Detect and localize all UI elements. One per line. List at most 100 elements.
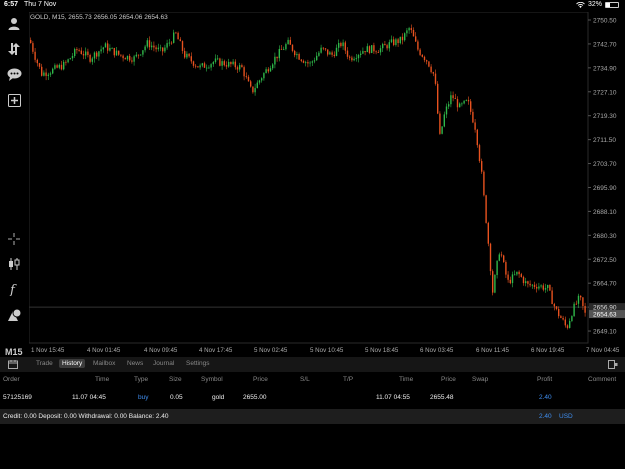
candle-body [320, 47, 322, 53]
candle-body [111, 47, 113, 49]
candle-body [439, 113, 441, 134]
time-label: 5 Nov 02:45 [254, 347, 288, 354]
time-label: 6 Nov 03:45 [420, 347, 454, 354]
tab-settings[interactable]: Settings [186, 360, 210, 367]
tab-news[interactable]: News [127, 360, 143, 367]
col-swap: Swap [472, 376, 489, 383]
add-chart-icon[interactable] [4, 90, 24, 110]
price-chart[interactable]: 2750.50 2742.70 2734.90 2727.10 2719.30 2711.… [29, 12, 625, 357]
candle-body [100, 49, 102, 52]
current-price-label: 2654.63 [593, 312, 617, 319]
candle-body [245, 76, 247, 78]
candle-body [283, 49, 285, 51]
candle-body [142, 50, 144, 55]
candle-body [575, 303, 577, 305]
timeframe-label[interactable]: M15 [5, 347, 23, 357]
candle-body [38, 63, 41, 67]
cell-profit: 2.40 [539, 394, 552, 401]
candle-body [89, 54, 91, 62]
crosshair-icon[interactable] [4, 229, 24, 249]
candle-body [445, 106, 448, 115]
candle-body [146, 40, 148, 47]
candle-body [274, 56, 276, 65]
candle-body [580, 295, 582, 298]
candle-body [518, 271, 520, 275]
col-symbol: Symbol [201, 376, 223, 383]
candle-body [287, 39, 289, 45]
candle-body [294, 50, 296, 56]
candle-body [408, 28, 410, 31]
candle-body [311, 61, 313, 63]
calendar-icon[interactable] [8, 360, 18, 369]
cell-order: 57125169 [3, 394, 32, 401]
candle-body [569, 321, 571, 328]
col-size: Size [169, 376, 182, 383]
candle-body [74, 49, 76, 56]
candle-body [85, 51, 87, 56]
wifi-icon [576, 1, 585, 8]
tab-trade[interactable]: Trade [36, 360, 53, 367]
candle-body [195, 65, 197, 67]
person-icon[interactable] [4, 14, 24, 34]
candle-body [148, 40, 151, 48]
candle-body [331, 52, 333, 55]
candle-body [144, 46, 146, 51]
candle-body [265, 69, 267, 74]
candle-body [269, 68, 272, 72]
objects-icon[interactable] [4, 305, 24, 325]
candle-body [115, 50, 118, 56]
col-close-price: Price [441, 376, 456, 383]
candle-body [498, 254, 500, 261]
tab-journal[interactable]: Journal [153, 360, 174, 367]
terminal-tabs: Trade History Mailbox News Journal Setti… [0, 357, 625, 372]
price-label: 2703.70 [593, 161, 617, 168]
indicator-f-icon[interactable]: f [4, 279, 24, 299]
candle-body [201, 63, 203, 66]
cell-symbol: gold [212, 394, 225, 401]
candle-body [476, 129, 478, 146]
candlestick-chart[interactable]: 2750.50 2742.70 2734.90 2727.10 2719.30 2711.… [29, 12, 625, 357]
candles-icon[interactable] [4, 254, 24, 274]
candle-body [496, 260, 498, 275]
candle-body [247, 76, 250, 82]
candle-body [214, 58, 217, 63]
candle-body [542, 285, 544, 290]
price-label: 2727.10 [593, 89, 617, 96]
candle-body [87, 51, 89, 55]
tab-history[interactable]: History [59, 359, 86, 368]
candle-body [41, 66, 43, 76]
candle-body [549, 284, 551, 291]
candle-body [30, 39, 32, 44]
table-row[interactable]: 57125169 11.07 04:45 buy 0.05 gold 2655.… [0, 394, 625, 406]
candle-body [276, 56, 278, 59]
candle-body [135, 54, 137, 57]
candle-body [316, 55, 318, 61]
candle-body [155, 47, 157, 50]
candle-body [199, 65, 201, 68]
candle-body [118, 50, 120, 55]
candle-body [507, 274, 509, 280]
candle-body [525, 281, 527, 284]
candle-body [58, 64, 60, 68]
candle-body [236, 67, 239, 70]
candle-body [122, 55, 124, 59]
col-type: Type [134, 376, 149, 383]
candle-body [54, 65, 56, 69]
layout-toggle-icon[interactable] [608, 360, 618, 369]
order-arrows-icon[interactable] [4, 39, 24, 59]
candle-body [456, 99, 459, 108]
candle-body [181, 41, 184, 51]
time-label: 5 Nov 18:45 [365, 347, 399, 354]
tab-mailbox[interactable]: Mailbox [93, 360, 115, 367]
candle-body [333, 54, 335, 56]
chat-icon[interactable] [4, 64, 24, 84]
candle-body [426, 60, 428, 62]
candle-body [401, 36, 404, 41]
candle-body [113, 47, 115, 56]
candle-body [324, 48, 327, 50]
candle-body [252, 86, 254, 93]
candle-body [562, 317, 564, 320]
candle-body [186, 53, 188, 58]
candle-body [60, 64, 63, 70]
col-price: Price [253, 376, 268, 383]
